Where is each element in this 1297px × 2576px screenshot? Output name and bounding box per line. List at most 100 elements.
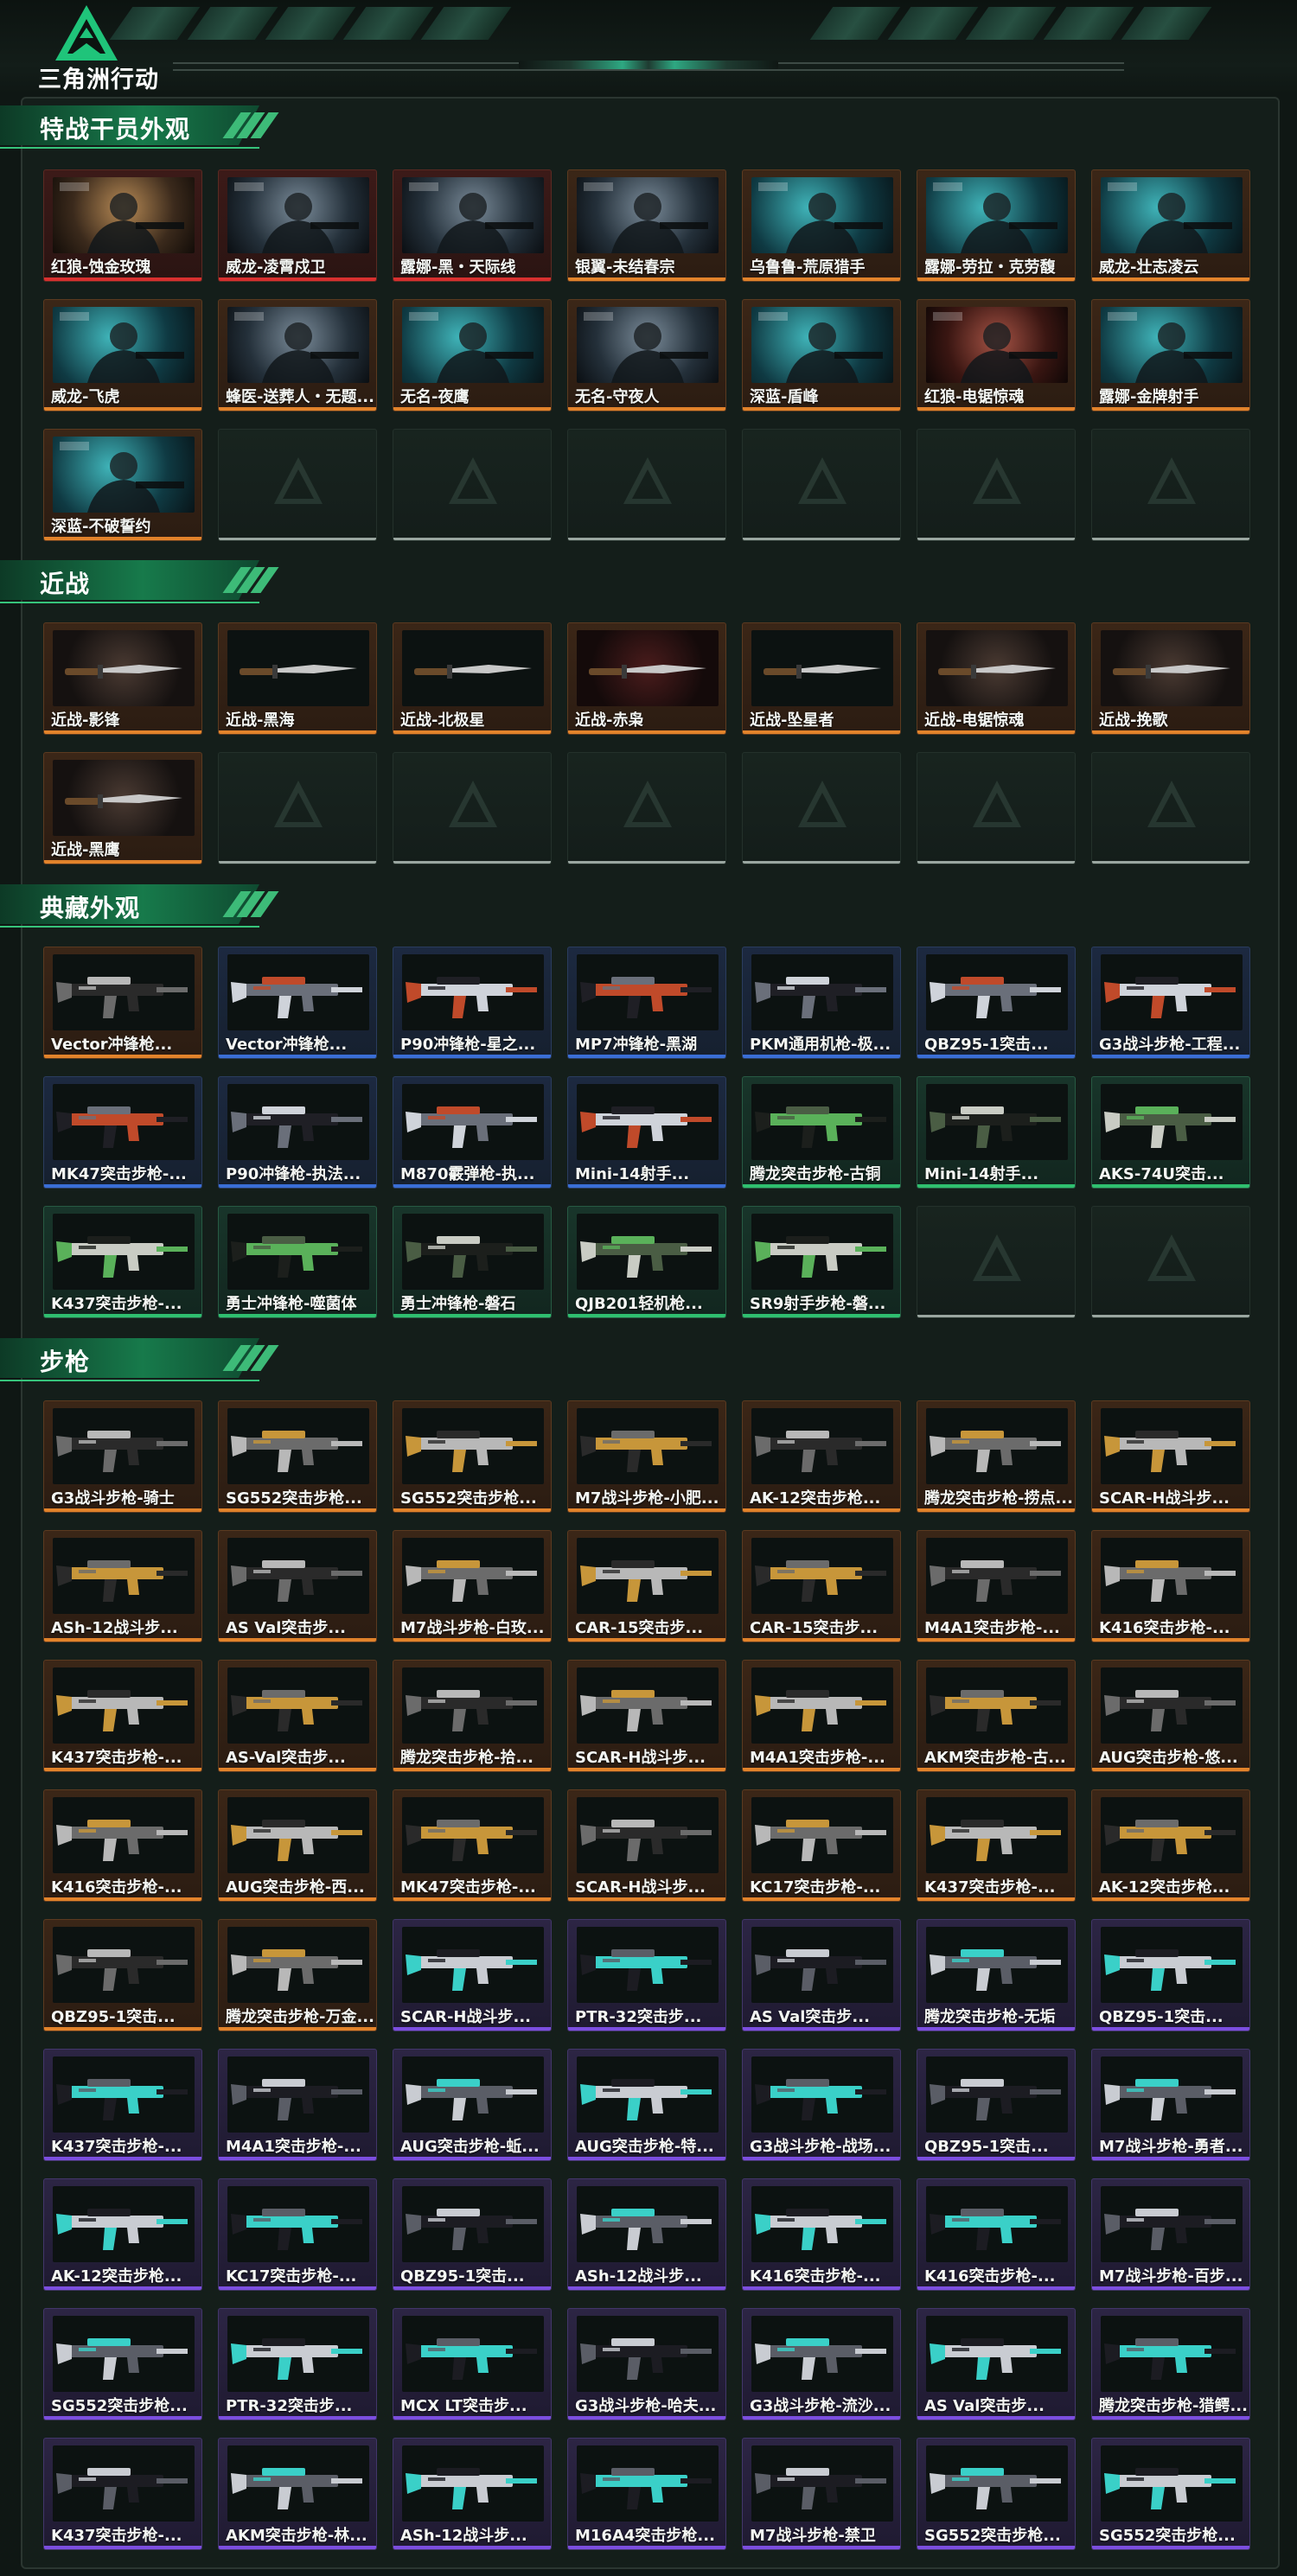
collection-card[interactable]: MK47突击步枪-...: [43, 1076, 202, 1189]
rifle-card[interactable]: SCAR-H战斗步...: [567, 1660, 726, 1772]
rifle-card[interactable]: M4A1突击步枪-...: [218, 2049, 377, 2161]
rifle-card[interactable]: K416突击步枪-...: [43, 1789, 202, 1902]
rifle-card[interactable]: SG552突击步枪...: [43, 2308, 202, 2420]
collection-card[interactable]: Vector冲锋枪...: [43, 947, 202, 1059]
rifle-card[interactable]: K416突击步枪-...: [917, 2178, 1076, 2291]
collection-card[interactable]: QJB201轻机枪...: [567, 1206, 726, 1318]
operator-card[interactable]: 露娜-黑・天际线: [393, 169, 552, 282]
rifle-card[interactable]: QBZ95-1突击...: [1091, 1919, 1250, 2031]
rifle-card[interactable]: AK-12突击步枪...: [742, 1400, 901, 1513]
rifle-card[interactable]: AS-Val突击步...: [218, 1660, 377, 1772]
collection-card[interactable]: K437突击步枪-...: [43, 1206, 202, 1318]
collection-card[interactable]: P90冲锋枪-执法...: [218, 1076, 377, 1189]
rifle-card[interactable]: K416突击步枪-...: [1091, 1530, 1250, 1642]
rifle-card[interactable]: AK-12突击步枪...: [43, 2178, 202, 2291]
rifle-card[interactable]: PTR-32突击步...: [567, 1919, 726, 2031]
rifle-card[interactable]: CAR-15突击步...: [742, 1530, 901, 1642]
rifle-card[interactable]: 腾龙突击步枪-拾...: [393, 1660, 552, 1772]
rifle-card[interactable]: AUG突击步枪-西...: [218, 1789, 377, 1902]
collection-card[interactable]: MP7冲锋枪-黑湖: [567, 947, 726, 1059]
rifle-card[interactable]: KC17突击步枪-...: [742, 1789, 901, 1902]
rifle-card[interactable]: M7战斗步枪-白玫...: [393, 1530, 552, 1642]
operator-card[interactable]: 乌鲁鲁-荒原猎手: [742, 169, 901, 282]
rifle-card[interactable]: QBZ95-1突击...: [917, 2049, 1076, 2161]
rifle-card[interactable]: G3战斗步枪-战场...: [742, 2049, 901, 2161]
rifle-card[interactable]: K437突击步枪-...: [43, 2438, 202, 2550]
rifle-card[interactable]: AUG突击步枪-悠...: [1091, 1660, 1250, 1772]
collection-card[interactable]: Mini-14射手...: [567, 1076, 726, 1189]
collection-card[interactable]: Mini-14射手...: [917, 1076, 1076, 1189]
melee-card[interactable]: 近战-坠星者: [742, 622, 901, 735]
rifle-card[interactable]: ASh-12战斗步...: [393, 2438, 552, 2550]
rifle-card[interactable]: K437突击步枪-...: [43, 1660, 202, 1772]
rifle-card[interactable]: M4A1突击步枪-...: [742, 1660, 901, 1772]
rifle-card[interactable]: M7战斗步枪-禁卫: [742, 2438, 901, 2550]
operator-card[interactable]: 威龙-壮志凌云: [1091, 169, 1250, 282]
collection-card[interactable]: P90冲锋枪-星之...: [393, 947, 552, 1059]
rifle-card[interactable]: M16A4突击步枪...: [567, 2438, 726, 2550]
rifle-card[interactable]: SCAR-H战斗步...: [567, 1789, 726, 1902]
rifle-card[interactable]: SCAR-H战斗步...: [1091, 1400, 1250, 1513]
rifle-card[interactable]: MCX LT突击步...: [393, 2308, 552, 2420]
collection-card[interactable]: G3战斗步枪-工程...: [1091, 947, 1250, 1059]
rifle-card[interactable]: AS Val突击步...: [218, 1530, 377, 1642]
collection-card[interactable]: M870霰弹枪-执...: [393, 1076, 552, 1189]
rifle-card[interactable]: MK47突击步枪-...: [393, 1789, 552, 1902]
rifle-card[interactable]: SCAR-H战斗步...: [393, 1919, 552, 2031]
rifle-card[interactable]: M4A1突击步枪-...: [917, 1530, 1076, 1642]
melee-card[interactable]: 近战-黑鹰: [43, 752, 202, 864]
melee-card[interactable]: 近战-影锋: [43, 622, 202, 735]
operator-card[interactable]: 无名-守夜人: [567, 299, 726, 411]
rifle-card[interactable]: SG552突击步枪...: [393, 1400, 552, 1513]
operator-card[interactable]: 红狼-蚀金玫瑰: [43, 169, 202, 282]
rifle-card[interactable]: SG552突击步枪...: [917, 2438, 1076, 2550]
rifle-card[interactable]: 腾龙突击步枪-猎鳄...: [1091, 2308, 1250, 2420]
melee-card[interactable]: 近战-北极星: [393, 622, 552, 735]
rifle-card[interactable]: G3战斗步枪-哈夫...: [567, 2308, 726, 2420]
rifle-card[interactable]: G3战斗步枪-骑士: [43, 1400, 202, 1513]
operator-card[interactable]: 银翼-未结春宗: [567, 169, 726, 282]
operator-card[interactable]: 蜂医-送葬人・无题...: [218, 299, 377, 411]
operator-card[interactable]: 露娜-金牌射手: [1091, 299, 1250, 411]
rifle-card[interactable]: ASh-12战斗步...: [43, 1530, 202, 1642]
collection-card[interactable]: 勇士冲锋枪-磐石: [393, 1206, 552, 1318]
rifle-card[interactable]: ASh-12战斗步...: [567, 2178, 726, 2291]
rifle-card[interactable]: M7战斗步枪-勇者...: [1091, 2049, 1250, 2161]
rifle-card[interactable]: CAR-15突击步...: [567, 1530, 726, 1642]
rifle-card[interactable]: K437突击步枪-...: [917, 1789, 1076, 1902]
rifle-card[interactable]: 腾龙突击步枪-捞点...: [917, 1400, 1076, 1513]
operator-card[interactable]: 露娜-劳拉・克劳馥: [917, 169, 1076, 282]
melee-card[interactable]: 近战-黑海: [218, 622, 377, 735]
operator-card[interactable]: 深蓝-盾峰: [742, 299, 901, 411]
operator-card[interactable]: 深蓝-不破誓约: [43, 429, 202, 541]
rifle-card[interactable]: PTR-32突击步...: [218, 2308, 377, 2420]
collection-card[interactable]: PKM通用机枪-极...: [742, 947, 901, 1059]
rifle-card[interactable]: AK-12突击步枪...: [1091, 1789, 1250, 1902]
collection-card[interactable]: SR9射手步枪-磐...: [742, 1206, 901, 1318]
rifle-card[interactable]: AKM突击步枪-林...: [218, 2438, 377, 2550]
rifle-card[interactable]: 腾龙突击步枪-无垢: [917, 1919, 1076, 2031]
operator-card[interactable]: 无名-夜鹰: [393, 299, 552, 411]
rifle-card[interactable]: QBZ95-1突击...: [43, 1919, 202, 2031]
collection-card[interactable]: QBZ95-1突击...: [917, 947, 1076, 1059]
collection-card[interactable]: AKS-74U突击...: [1091, 1076, 1250, 1189]
collection-card[interactable]: 勇士冲锋枪-噬菌体: [218, 1206, 377, 1318]
rifle-card[interactable]: QBZ95-1突击...: [393, 2178, 552, 2291]
rifle-card[interactable]: AUG突击步枪-蚯...: [393, 2049, 552, 2161]
rifle-card[interactable]: 腾龙突击步枪-万金...: [218, 1919, 377, 2031]
collection-card[interactable]: 腾龙突击步枪-古铜: [742, 1076, 901, 1189]
operator-card[interactable]: 红狼-电锯惊魂: [917, 299, 1076, 411]
rifle-card[interactable]: G3战斗步枪-流沙...: [742, 2308, 901, 2420]
rifle-card[interactable]: AKM突击步枪-古...: [917, 1660, 1076, 1772]
melee-card[interactable]: 近战-电锯惊魂: [917, 622, 1076, 735]
rifle-card[interactable]: KC17突击步枪-...: [218, 2178, 377, 2291]
rifle-card[interactable]: SG552突击步枪...: [1091, 2438, 1250, 2550]
rifle-card[interactable]: M7战斗步枪-小肥...: [567, 1400, 726, 1513]
collection-card[interactable]: Vector冲锋枪...: [218, 947, 377, 1059]
operator-card[interactable]: 威龙-飞虎: [43, 299, 202, 411]
rifle-card[interactable]: AS Val突击步...: [742, 1919, 901, 2031]
rifle-card[interactable]: K437突击步枪-...: [43, 2049, 202, 2161]
operator-card[interactable]: 威龙-凌霄戍卫: [218, 169, 377, 282]
rifle-card[interactable]: AS Val突击步...: [917, 2308, 1076, 2420]
rifle-card[interactable]: M7战斗步枪-百步...: [1091, 2178, 1250, 2291]
